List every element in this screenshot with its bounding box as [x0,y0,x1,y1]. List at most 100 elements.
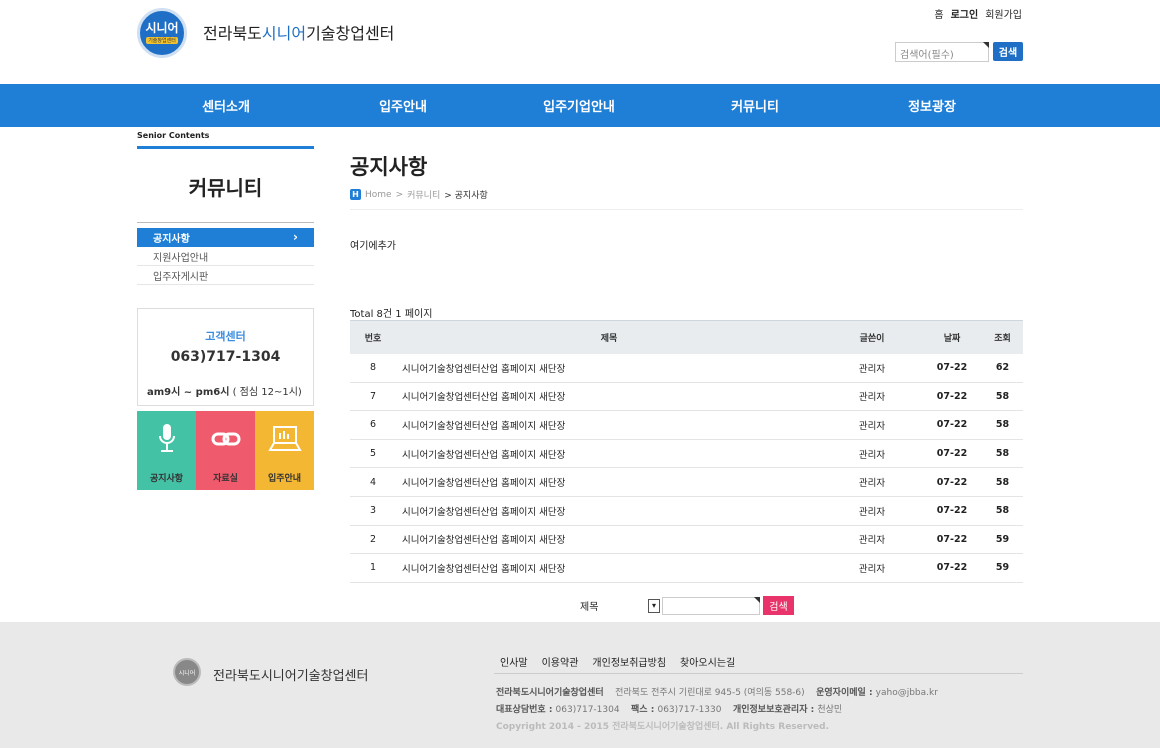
site-title-accent: 시니어 [261,24,307,43]
nav-center-intro[interactable]: 센터소개 [166,84,286,127]
footer-copyright: Copyright 2014 - 2015 전라북도시니어기술창업센터. All… [496,722,830,732]
notice-table: 번호 제목 글쓴이 날짜 조회 8 시니어기술창업센터산업 홈페이지 새단장 관… [350,320,1023,583]
footer-link-greeting[interactable]: 인사말 [500,654,528,669]
header: 시니어 기술창업센터 전라북도시니어기술창업센터 홈 로그인 회원가입 검색어(… [0,0,1160,84]
row-date: 07-22 [936,562,968,574]
table-header: 번호 제목 글쓴이 날짜 조회 [350,320,1023,354]
row-no: 4 [369,476,377,488]
sidebar-item-notice[interactable]: 공지사항 › [137,228,314,247]
row-no: 3 [369,505,377,517]
row-views: 59 [995,533,1010,545]
table-row: 2 시니어기술창업센터산업 홈페이지 새단장 관리자 07-22 59 [350,526,1023,555]
microphone-icon [137,421,196,457]
row-date: 07-22 [936,533,968,545]
content-note: 여기에추가 [350,241,396,252]
home-link[interactable]: 홈 [934,6,943,21]
nav-move-in[interactable]: 입주안내 [343,84,463,127]
breadcrumb-home[interactable]: Home [365,190,392,200]
breadcrumb-separator: > [395,189,404,200]
row-title-link[interactable]: 시니어기술창업센터산업 홈페이지 새단장 [396,418,822,432]
site-title[interactable]: 전라북도시니어기술창업센터 [203,20,394,44]
logo-subtext: 기술창업센터 [146,37,178,44]
row-author: 관리자 [858,478,886,490]
sidebar-item-board[interactable]: 입주자게시판 [137,266,314,285]
row-date: 07-22 [936,476,968,488]
signup-link[interactable]: 회원가입 [985,6,1022,21]
main-nav: 센터소개 입주안내 입주기업안내 커뮤니티 정보광장 [0,84,1160,127]
sidebar-item-label: 공지사항 [153,234,190,245]
row-title-link[interactable]: 시니어기술창업센터산업 홈페이지 새단장 [396,561,822,575]
quick-move-in-button[interactable]: 입주안내 [255,411,314,490]
board-search-button[interactable]: 검색 [763,596,794,615]
row-date: 07-22 [936,419,968,431]
footer-manager: 천상민 [817,705,843,715]
quick-notice-button[interactable]: 공지사항 [137,411,196,490]
row-title-link[interactable]: 시니어기술창업센터산업 홈페이지 새단장 [396,504,822,518]
row-title-link[interactable]: 시니어기술창업센터산업 홈페이지 새단장 [396,361,822,375]
footer-address: 전라북도 전주시 기린대로 945-5 (여의동 558-6) [615,688,805,698]
row-no: 5 [369,448,377,460]
row-author: 관리자 [858,392,886,404]
nav-companies[interactable]: 입주기업안내 [519,84,639,127]
footer-tel: 063)717-1304 [555,705,620,715]
row-title-link[interactable]: 시니어기술창업센터산업 홈페이지 새단장 [396,532,822,546]
footer-email-label: 운영자이메일 : [816,688,876,698]
footer-email: yaho@jbba.kr [875,688,938,698]
sidebar-item-label: 지원사업안내 [153,252,209,264]
footer-info-2: 대표상담번호 : 063)717-1304 팩스 : 063)717-1330 … [496,702,842,715]
row-no: 8 [369,362,377,374]
row-no: 1 [369,562,377,574]
sidebar-item-support[interactable]: 지원사업안내 [137,247,314,266]
footer-site-name: 전라북도시니어기술창업센터 [213,669,369,684]
row-date: 07-22 [936,390,968,402]
table-row: 7 시니어기술창업센터산업 홈페이지 새단장 관리자 07-22 58 [350,383,1023,412]
customer-center-hours: am9시 ~ pm6시 ( 점심 12~1시) [147,383,302,398]
footer-link-directions[interactable]: 찾아오시는길 [680,654,735,669]
sidebar-divider [137,146,314,149]
utility-nav: 홈 로그인 회원가입 [934,6,1022,21]
row-date: 07-22 [936,448,968,460]
column-no: 번호 [364,334,382,344]
search-field-select[interactable]: ▾ [648,598,660,613]
corner-mark-icon [983,42,989,48]
breadcrumb-community[interactable]: 커뮤니티 [407,188,440,201]
hours-end: pm6시 [195,387,230,398]
footer-info-1: 전라북도시니어기술창업센터 전라북도 전주시 기린대로 945-5 (여의동 5… [496,685,938,698]
row-no: 7 [369,390,377,402]
table-row: 5 시니어기술창업센터산업 홈페이지 새단장 관리자 07-22 58 [350,440,1023,469]
quick-archive-label: 자료실 [213,474,238,484]
page-title: 공지사항 [350,155,428,179]
logo[interactable]: 시니어 기술창업센터 [137,8,187,58]
header-search-button[interactable]: 검색 [993,42,1023,61]
quick-archive-button[interactable]: 자료실 [196,411,255,490]
footer-logo: 시니어 [173,658,201,686]
footer-logo-text: 시니어 [178,669,196,677]
table-row: 3 시니어기술창업센터산업 홈페이지 새단장 관리자 07-22 58 [350,497,1023,526]
header-search-input[interactable]: 검색어(필수) [895,42,989,62]
row-title-link[interactable]: 시니어기술창업센터산업 홈페이지 새단장 [396,475,822,489]
home-icon: H [350,189,361,200]
footer-link-terms[interactable]: 이용약관 [542,654,579,669]
row-no: 2 [369,533,377,545]
table-row: 8 시니어기술창업센터산업 홈페이지 새단장 관리자 07-22 62 [350,354,1023,383]
site-title-prefix: 전라북도 [203,24,262,43]
sidebar-title: 커뮤니티 [188,176,263,200]
row-title-link[interactable]: 시니어기술창업센터산업 홈페이지 새단장 [396,389,822,403]
nav-community[interactable]: 커뮤니티 [695,84,815,127]
login-link[interactable]: 로그인 [951,6,979,21]
sidebar-divider-line [137,222,314,223]
row-views: 62 [995,362,1010,374]
footer-link-privacy[interactable]: 개인정보취급방침 [592,654,666,669]
sidebar-label: Senior Contents [137,131,210,140]
row-date: 07-22 [936,505,968,517]
customer-center-box: 고객센터 063)717-1304 am9시 ~ pm6시 ( 점심 12~1시… [137,308,314,406]
table-row: 4 시니어기술창업센터산업 홈페이지 새단장 관리자 07-22 58 [350,468,1023,497]
footer-fax: 063)717-1330 [657,705,722,715]
row-title-link[interactable]: 시니어기술창업센터산업 홈페이지 새단장 [396,447,822,461]
table-row: 1 시니어기술창업센터산업 홈페이지 새단장 관리자 07-22 59 [350,554,1023,583]
nav-info-plaza[interactable]: 정보광장 [872,84,992,127]
sidebar-menu: 공지사항 › 지원사업안내 입주자게시판 [137,228,314,285]
column-title: 제목 [600,334,618,344]
board-search-input[interactable] [662,596,760,615]
footer: 시니어 전라북도시니어기술창업센터 인사말 이용약관 개인정보취급방침 찾아오시… [0,622,1160,748]
